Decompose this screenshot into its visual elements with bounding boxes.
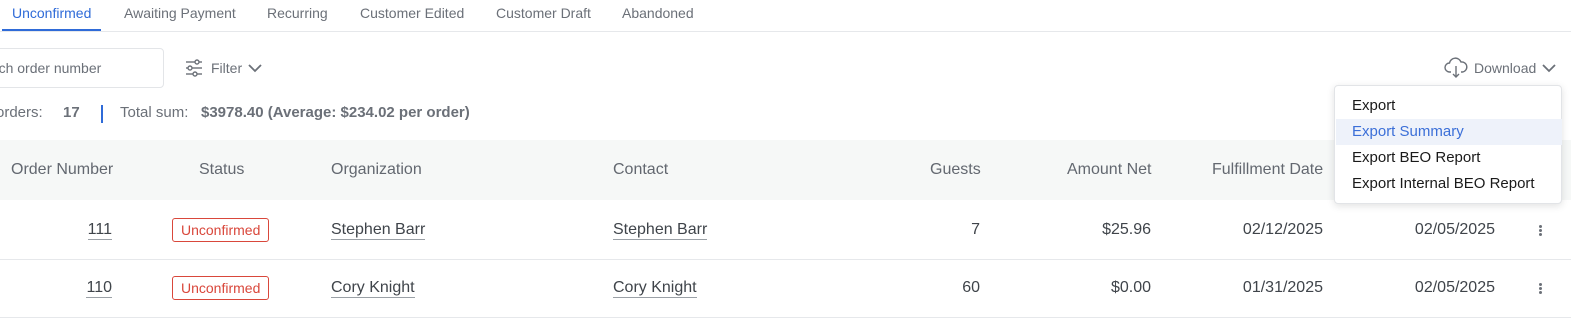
- contact-cell: Stephen Barr: [613, 201, 708, 259]
- organization-link[interactable]: Cory Knight: [331, 279, 415, 298]
- orders-count-label: orders:: [0, 104, 43, 121]
- download-menu: Export Export Summary Export BEO Report …: [1334, 85, 1562, 204]
- table-row[interactable]: 110 Unconfirmed Cory Knight Cory Knight …: [0, 259, 1571, 318]
- order-number-link[interactable]: 110: [86, 279, 112, 298]
- tab-customer-draft[interactable]: Customer Draft: [496, 0, 591, 31]
- column-order-number[interactable]: Order Number: [11, 140, 113, 200]
- chevron-down-icon: [248, 64, 262, 73]
- download-button[interactable]: Download: [1444, 56, 1556, 80]
- order-number-cell: 110: [86, 259, 112, 317]
- menu-item-export[interactable]: Export: [1336, 93, 1562, 119]
- guests-cell: 7: [971, 221, 980, 238]
- search-box: [0, 48, 164, 88]
- tab-awaiting-payment[interactable]: Awaiting Payment: [124, 0, 236, 31]
- organization-cell: Stephen Barr: [331, 201, 426, 259]
- total-sum-value: $3978.40 (Average: $234.02 per order): [201, 104, 470, 121]
- fulfillment-date-cell: 01/31/2025: [1242, 279, 1323, 296]
- amount-net-cell: $0.00: [1110, 279, 1151, 296]
- contact-link[interactable]: Stephen Barr: [613, 221, 708, 240]
- column-guests[interactable]: Guests: [930, 140, 981, 200]
- created-date-cell: 02/05/2025: [1414, 221, 1495, 238]
- filter-sliders-icon: [186, 59, 202, 77]
- total-sum-label: Total sum:: [120, 104, 189, 121]
- organization-link[interactable]: Stephen Barr: [331, 221, 426, 240]
- filter-button[interactable]: Filter: [184, 56, 262, 80]
- column-contact[interactable]: Contact: [613, 140, 668, 200]
- column-amount-net[interactable]: Amount Net: [1067, 140, 1151, 200]
- cloud-download-icon: [1444, 57, 1468, 78]
- fulfillment-date-cell: 02/12/2025: [1242, 221, 1323, 238]
- more-vertical-icon[interactable]: [1535, 224, 1545, 238]
- more-vertical-icon[interactable]: [1535, 282, 1545, 296]
- order-number-link[interactable]: 111: [87, 221, 112, 240]
- orders-count-value: 17: [63, 104, 80, 121]
- tab-unconfirmed[interactable]: Unconfirmed: [2, 0, 102, 31]
- table-row[interactable]: 111 Unconfirmed Stephen Barr Stephen Bar…: [0, 201, 1571, 260]
- organization-cell: Cory Knight: [331, 259, 415, 317]
- column-organization[interactable]: Organization: [331, 140, 422, 200]
- status-tabs: Unconfirmed Awaiting Payment Recurring C…: [0, 0, 1571, 32]
- download-label: Download: [1474, 60, 1537, 76]
- contact-link[interactable]: Cory Knight: [613, 279, 697, 298]
- created-date-cell: 02/05/2025: [1414, 279, 1495, 296]
- tab-customer-edited[interactable]: Customer Edited: [360, 0, 464, 31]
- order-number-cell: 111: [87, 201, 112, 259]
- tab-recurring[interactable]: Recurring: [267, 0, 328, 31]
- amount-net-cell: $25.96: [1102, 221, 1151, 238]
- menu-item-export-beo-report[interactable]: Export BEO Report: [1336, 145, 1562, 171]
- filter-label: Filter: [211, 60, 243, 76]
- search-input[interactable]: [0, 49, 158, 87]
- status-badge: Unconfirmed: [172, 276, 270, 300]
- status-badge: Unconfirmed: [172, 218, 270, 242]
- tab-abandoned[interactable]: Abandoned: [622, 0, 694, 31]
- column-status[interactable]: Status: [199, 140, 244, 200]
- contact-cell: Cory Knight: [613, 259, 697, 317]
- menu-item-export-internal-beo-report[interactable]: Export Internal BEO Report: [1336, 171, 1562, 197]
- summary-divider: [101, 105, 103, 123]
- chevron-down-icon: [1542, 64, 1556, 73]
- column-fulfillment-date[interactable]: Fulfillment Date: [1212, 140, 1323, 200]
- menu-item-export-summary[interactable]: Export Summary: [1336, 119, 1562, 145]
- guests-cell: 60: [962, 279, 980, 296]
